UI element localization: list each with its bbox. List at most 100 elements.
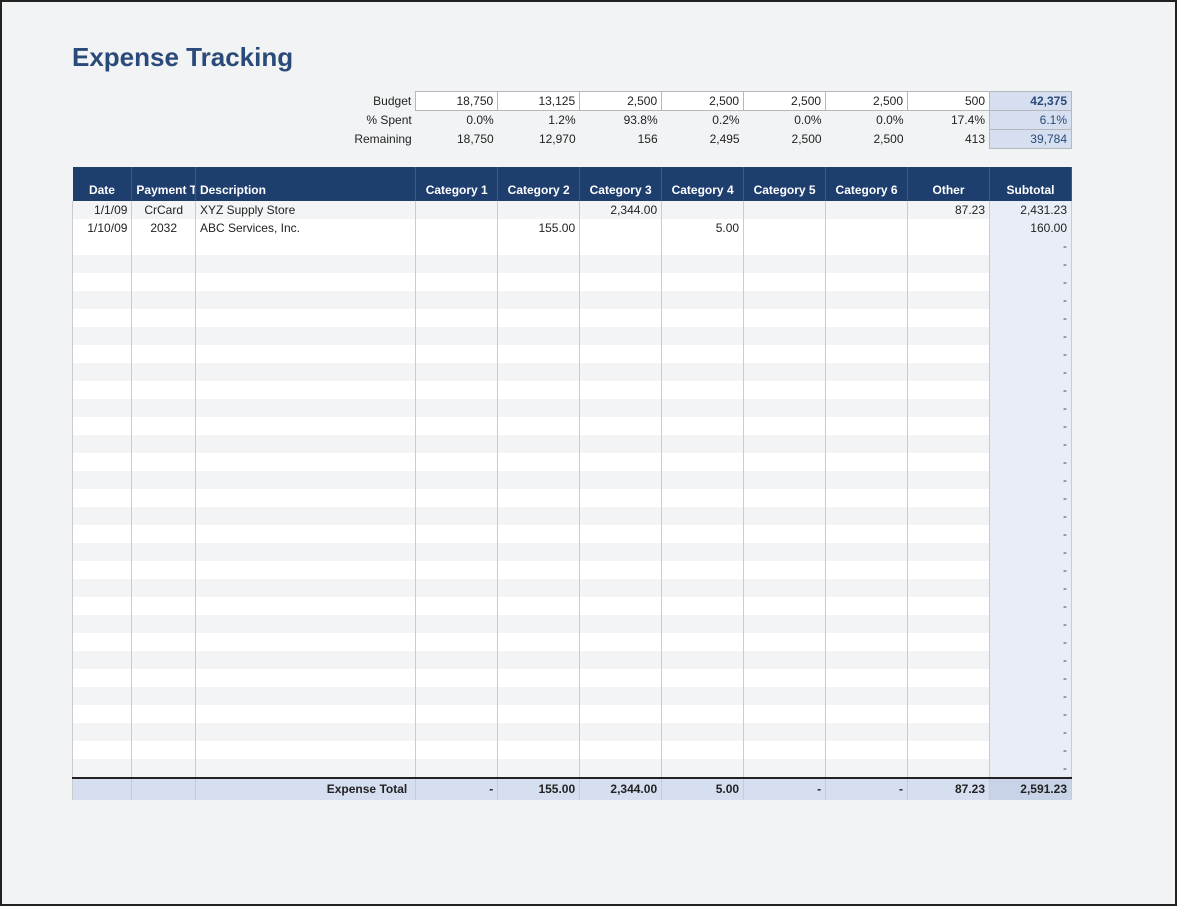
table-row[interactable]: - (73, 399, 1072, 417)
table-row[interactable]: - (73, 363, 1072, 381)
summary-spent-label: % Spent (195, 111, 415, 130)
cell-subtotal: - (990, 489, 1072, 507)
cell-description[interactable]: ABC Services, Inc. (195, 219, 415, 237)
table-row[interactable]: - (73, 489, 1072, 507)
budget-c2[interactable]: 13,125 (498, 92, 580, 111)
spent-c6: 0.0% (826, 111, 908, 130)
cell-c6[interactable] (826, 219, 908, 237)
table-row[interactable]: - (73, 597, 1072, 615)
budget-c6[interactable]: 2,500 (826, 92, 908, 111)
spent-c2: 1.2% (498, 111, 580, 130)
remaining-subtotal: 39,784 (990, 130, 1072, 149)
table-row[interactable]: - (73, 543, 1072, 561)
spent-c4: 0.2% (662, 111, 744, 130)
cell-subtotal: - (990, 345, 1072, 363)
cell-c3[interactable]: 2,344.00 (580, 201, 662, 219)
cell-c1[interactable] (416, 219, 498, 237)
summary-remaining-row: Remaining 18,750 12,970 156 2,495 2,500 … (73, 130, 1072, 149)
table-row[interactable]: - (73, 381, 1072, 399)
remaining-other: 413 (908, 130, 990, 149)
table-row[interactable]: - (73, 741, 1072, 759)
cell-subtotal: - (990, 507, 1072, 525)
expense-total-row: Expense Total - 155.00 2,344.00 5.00 - -… (73, 778, 1072, 800)
cell-subtotal: - (990, 741, 1072, 759)
total-c6: - (826, 778, 908, 800)
table-row[interactable]: - (73, 417, 1072, 435)
total-c1: - (416, 778, 498, 800)
cell-c6[interactable] (826, 201, 908, 219)
cell-subtotal: - (990, 633, 1072, 651)
cell-c4[interactable]: 5.00 (662, 219, 744, 237)
cell-description[interactable]: XYZ Supply Store (195, 201, 415, 219)
header-category-5: Category 5 (744, 167, 826, 201)
cell-subtotal: - (990, 597, 1072, 615)
table-row[interactable]: - (73, 561, 1072, 579)
cell-subtotal: - (990, 579, 1072, 597)
budget-c5[interactable]: 2,500 (744, 92, 826, 111)
budget-c3[interactable]: 2,500 (580, 92, 662, 111)
table-row[interactable]: - (73, 579, 1072, 597)
table-row[interactable]: - (73, 435, 1072, 453)
cell-c5[interactable] (744, 219, 826, 237)
table-row[interactable]: - (73, 255, 1072, 273)
cell-c4[interactable] (662, 201, 744, 219)
table-row[interactable]: - (73, 237, 1072, 255)
table-row[interactable]: - (73, 345, 1072, 363)
table-row[interactable]: - (73, 615, 1072, 633)
summary-remaining-label: Remaining (195, 130, 415, 149)
spent-c1: 0.0% (416, 111, 498, 130)
table-row[interactable]: - (73, 507, 1072, 525)
header-category-2: Category 2 (498, 167, 580, 201)
total-c5: - (744, 778, 826, 800)
table-row[interactable]: - (73, 651, 1072, 669)
cell-subtotal: - (990, 309, 1072, 327)
table-row[interactable]: - (73, 273, 1072, 291)
cell-subtotal: 160.00 (990, 219, 1072, 237)
cell-subtotal: - (990, 453, 1072, 471)
page-title: Expense Tracking (72, 42, 1115, 73)
table-row[interactable]: - (73, 291, 1072, 309)
table-row[interactable]: - (73, 633, 1072, 651)
cell-payment-type[interactable]: 2032 (132, 219, 196, 237)
budget-c1[interactable]: 18,750 (416, 92, 498, 111)
table-row[interactable]: - (73, 327, 1072, 345)
cell-subtotal: - (990, 705, 1072, 723)
remaining-c4: 2,495 (662, 130, 744, 149)
cell-subtotal: - (990, 435, 1072, 453)
spent-subtotal: 6.1% (990, 111, 1072, 130)
cell-c2[interactable]: 155.00 (498, 219, 580, 237)
table-row[interactable]: - (73, 525, 1072, 543)
table-row[interactable]: - (73, 705, 1072, 723)
cell-date[interactable]: 1/10/09 (73, 219, 132, 237)
header-other: Other (908, 167, 990, 201)
budget-c4[interactable]: 2,500 (662, 92, 744, 111)
budget-other[interactable]: 500 (908, 92, 990, 111)
table-row[interactable]: - (73, 723, 1072, 741)
cell-other[interactable] (908, 219, 990, 237)
cell-subtotal: - (990, 255, 1072, 273)
table-row[interactable]: - (73, 453, 1072, 471)
table-row[interactable]: - (73, 309, 1072, 327)
spent-other: 17.4% (908, 111, 990, 130)
table-row[interactable]: - (73, 471, 1072, 489)
cell-c3[interactable] (580, 219, 662, 237)
header-category-6: Category 6 (826, 167, 908, 201)
table-row[interactable]: - (73, 759, 1072, 778)
cell-c1[interactable] (416, 201, 498, 219)
cell-other[interactable]: 87.23 (908, 201, 990, 219)
cell-date[interactable]: 1/1/09 (73, 201, 132, 219)
cell-subtotal: - (990, 381, 1072, 399)
cell-c2[interactable] (498, 201, 580, 219)
table-row[interactable]: - (73, 669, 1072, 687)
remaining-c2: 12,970 (498, 130, 580, 149)
cell-subtotal: - (990, 723, 1072, 741)
cell-c5[interactable] (744, 201, 826, 219)
table-row[interactable]: 1/1/09 CrCard XYZ Supply Store 2,344.00 … (73, 201, 1072, 219)
table-row[interactable]: 1/10/09 2032 ABC Services, Inc. 155.00 5… (73, 219, 1072, 237)
cell-subtotal: - (990, 561, 1072, 579)
cell-payment-type[interactable]: CrCard (132, 201, 196, 219)
summary-budget-label: Budget (195, 92, 415, 111)
total-c4: 5.00 (662, 778, 744, 800)
header-category-1: Category 1 (416, 167, 498, 201)
table-row[interactable]: - (73, 687, 1072, 705)
